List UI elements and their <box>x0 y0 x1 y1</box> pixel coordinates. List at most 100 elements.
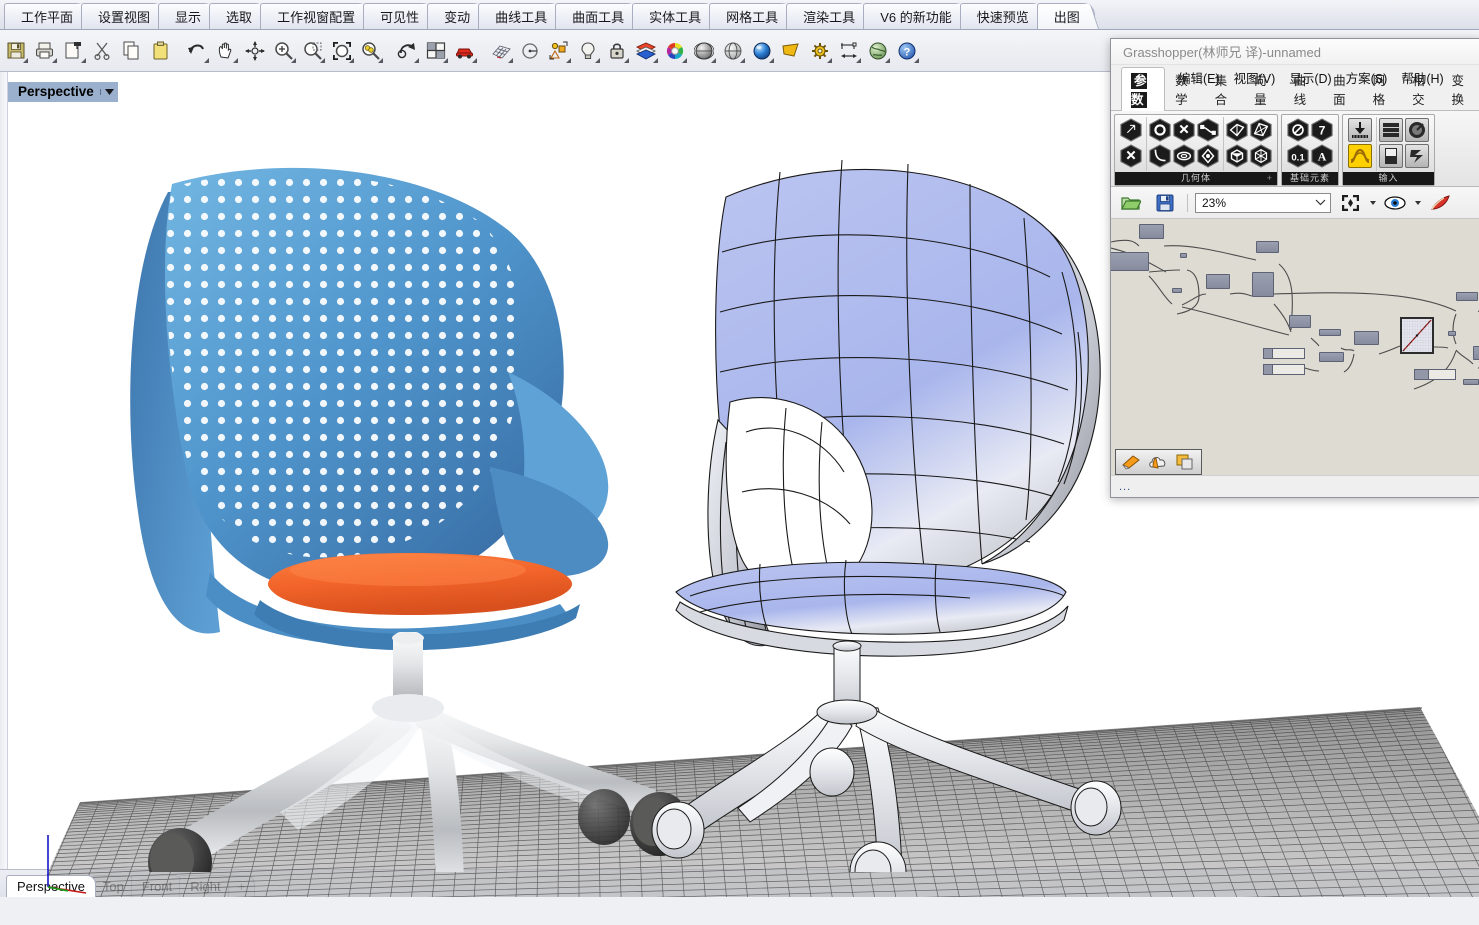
gh-number-slider[interactable] <box>1414 369 1456 380</box>
button-icon[interactable] <box>1405 144 1429 168</box>
gh-node[interactable] <box>1289 315 1311 328</box>
knob-icon[interactable] <box>1405 118 1429 142</box>
save-disk-icon[interactable] <box>1151 188 1179 218</box>
gh-graph-mapper-node[interactable] <box>1400 317 1434 354</box>
render-car-icon[interactable] <box>451 36 479 66</box>
lock-icon[interactable] <box>603 36 631 66</box>
boolean-toggle-icon[interactable] <box>1379 144 1403 168</box>
gh-node[interactable] <box>1456 292 1478 301</box>
gh-node[interactable] <box>1139 224 1164 239</box>
circle-hex-icon[interactable] <box>1149 118 1171 142</box>
gh-group-expand-icon[interactable]: + <box>1267 172 1273 185</box>
zoom-extents-icon[interactable] <box>328 36 356 66</box>
ribbon-tab-0[interactable]: 工作平面 <box>4 3 89 29</box>
viewport-title-label[interactable]: Perspective <box>8 82 118 102</box>
gh-node[interactable] <box>1111 252 1149 271</box>
brep-hex-icon[interactable] <box>1226 118 1248 142</box>
zoom-selected-icon[interactable] <box>357 36 385 66</box>
dimension-icon[interactable] <box>835 36 863 66</box>
copy-to-clipboard-icon[interactable] <box>60 36 88 66</box>
ribbon-tab-7[interactable]: 曲线工具 <box>478 3 563 29</box>
paste-icon[interactable] <box>147 36 175 66</box>
save-icon[interactable] <box>2 36 30 66</box>
gh-category-tab-1[interactable]: 数学 <box>1165 67 1204 111</box>
grasshopper-title-bar[interactable]: Grasshopper(林师兄 译)-unnamed <box>1111 39 1479 65</box>
circle-radius-icon[interactable] <box>516 36 544 66</box>
gh-category-tab-5[interactable]: 曲面 <box>1323 67 1362 111</box>
gh-category-tab-0[interactable]: 参数 <box>1121 67 1166 111</box>
viewport-layout-icon[interactable] <box>422 36 450 66</box>
box-hex-icon[interactable] <box>1173 118 1195 142</box>
rendered-sphere-icon[interactable] <box>748 36 776 66</box>
sketch-icon[interactable] <box>1119 452 1143 472</box>
ribbon-tab-14[interactable]: 出图 <box>1036 3 1095 29</box>
mesh-face-hex-icon[interactable] <box>1250 118 1272 142</box>
ribbon-tab-12[interactable]: V6 的新功能 <box>863 3 967 29</box>
number-hex-icon[interactable]: 0.1 <box>1287 144 1309 168</box>
gumball-icon[interactable] <box>241 36 269 66</box>
cube-hex-icon[interactable] <box>1226 144 1248 168</box>
gh-number-slider[interactable] <box>1263 364 1305 375</box>
gh-category-tab-3[interactable]: 向量 <box>1244 67 1283 111</box>
gh-number-slider[interactable] <box>1263 348 1305 359</box>
zoom-in-icon[interactable] <box>270 36 298 66</box>
mesh-hex-icon[interactable] <box>1250 144 1272 168</box>
undo-icon[interactable] <box>183 36 211 66</box>
clipping-plane-icon[interactable] <box>777 36 805 66</box>
ribbon-tab-13[interactable]: 快速预览 <box>959 3 1044 29</box>
color-wheel-icon[interactable] <box>661 36 689 66</box>
gh-node[interactable] <box>1448 331 1456 336</box>
world-globe-icon[interactable] <box>864 36 892 66</box>
boolean-hex-icon[interactable] <box>1287 118 1309 142</box>
eye-preview-icon[interactable] <box>1381 188 1409 218</box>
gh-node[interactable] <box>1319 329 1341 336</box>
render-color-icon[interactable] <box>632 36 660 66</box>
print-icon[interactable] <box>31 36 59 66</box>
integer-hex-icon[interactable]: 7 <box>1311 118 1333 142</box>
x-hex-icon[interactable] <box>1120 144 1142 168</box>
options-gear-icon[interactable] <box>806 36 834 66</box>
ribbon-tab-9[interactable]: 实体工具 <box>632 3 717 29</box>
gh-node[interactable] <box>1172 288 1182 293</box>
grasshopper-window[interactable]: Grasshopper(林师兄 译)-unnamed 文件(F)编辑(E)视图(… <box>1110 38 1479 498</box>
shaded-sphere-icon[interactable] <box>690 36 718 66</box>
pan-icon[interactable] <box>212 36 240 66</box>
ribbon-tab-11[interactable]: 渲染工具 <box>786 3 871 29</box>
layers-icon[interactable] <box>1173 452 1197 472</box>
zoom-extents-dropdown-caret[interactable] <box>1370 200 1376 205</box>
preview-dropdown-caret[interactable] <box>1415 200 1421 205</box>
arc-hex-icon[interactable] <box>1149 144 1171 168</box>
gh-node[interactable] <box>1256 241 1279 253</box>
gh-category-tab-2[interactable]: 集合 <box>1205 67 1244 111</box>
surface-hex-icon[interactable] <box>1173 144 1195 168</box>
number-slider-icon[interactable] <box>1348 118 1372 142</box>
gh-node[interactable] <box>1180 253 1187 258</box>
rotate-view-icon[interactable] <box>393 36 421 66</box>
bake-feather-icon[interactable] <box>1426 188 1454 218</box>
ribbon-tab-2[interactable]: 显示 <box>158 3 217 29</box>
ribbon-tab-6[interactable]: 变动 <box>427 3 486 29</box>
zoom-level-combobox[interactable]: 23% <box>1195 192 1331 213</box>
wireframe-office-chair[interactable] <box>630 72 1190 872</box>
zoom-extents-icon[interactable] <box>1336 188 1364 218</box>
ribbon-tab-3[interactable]: 选取 <box>209 3 268 29</box>
graph-mapper-icon[interactable] <box>1348 144 1372 168</box>
light-bulb-icon[interactable] <box>574 36 602 66</box>
ribbon-tab-1[interactable]: 设置视图 <box>81 3 166 29</box>
help-icon[interactable]: ? <box>893 36 921 66</box>
transform-hex-icon[interactable] <box>1197 144 1219 168</box>
mesh-plane-icon[interactable] <box>487 36 515 66</box>
ghosted-sphere-icon[interactable] <box>719 36 747 66</box>
ribbon-tab-10[interactable]: 网格工具 <box>709 3 794 29</box>
ribbon-tab-4[interactable]: 工作视窗配置 <box>260 3 371 29</box>
ribbon-tab-5[interactable]: 可见性 <box>363 3 435 29</box>
cut-icon[interactable] <box>89 36 117 66</box>
arrow-hex-icon[interactable] <box>1120 118 1142 142</box>
chevron-down-icon[interactable] <box>99 88 114 95</box>
gh-category-tab-8[interactable]: 变换 <box>1442 67 1479 111</box>
gh-node[interactable] <box>1319 352 1344 362</box>
gh-node[interactable] <box>1354 331 1379 345</box>
copy-icon[interactable] <box>118 36 146 66</box>
gh-node[interactable] <box>1206 274 1230 289</box>
gh-category-tab-7[interactable]: 相交 <box>1402 67 1441 111</box>
